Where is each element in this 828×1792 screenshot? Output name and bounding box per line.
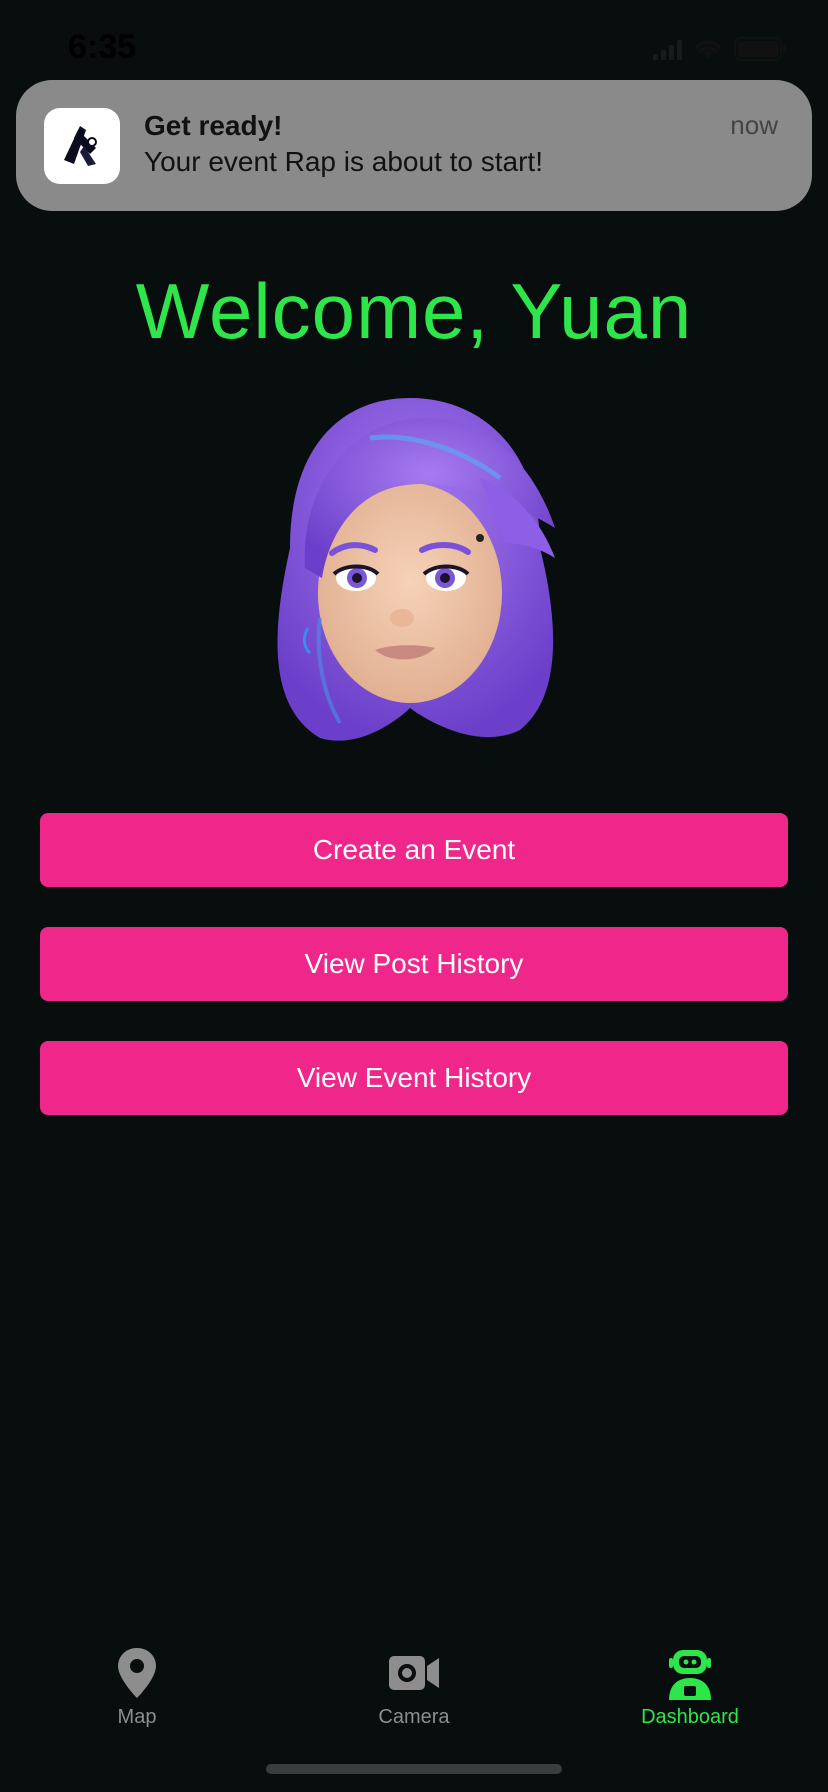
cellular-signal-icon [653,38,682,60]
tab-map-label: Map [117,1706,157,1728]
battery-icon [734,37,786,61]
tab-bar: Map Camera Dashboard [0,1630,828,1740]
tab-dashboard[interactable]: Dashboard [590,1630,790,1740]
notification-body: Your event Rap is about to start! [144,146,543,177]
memoji-avatar [277,398,555,741]
robot-user-icon [669,1650,711,1700]
create-event-button[interactable]: Create an Event [40,813,788,887]
notification-title: Get ready! [144,110,283,141]
welcome-heading: Welcome, Yuan [135,267,693,355]
notification-banner[interactable]: Get ready! Your event Rap is about to st… [16,80,812,211]
status-icons [653,36,788,62]
view-post-history-button[interactable]: View Post History [40,927,788,1001]
app-logo-icon [44,108,120,184]
notification-time: now [730,110,778,140]
wifi-icon [695,40,721,59]
tab-map[interactable]: Map [37,1630,237,1740]
video-camera-icon [389,1656,439,1690]
tab-camera-label: Camera [378,1706,450,1728]
dashboard-screen: 6:35 Get ready! Your event Rap is about … [0,0,828,1792]
tab-dashboard-label: Dashboard [641,1706,739,1728]
view-event-history-button[interactable]: View Event History [40,1041,788,1115]
map-pin-icon [118,1648,156,1698]
tab-camera[interactable]: Camera [314,1630,514,1740]
home-indicator[interactable] [266,1764,562,1774]
status-time: 6:35 [68,28,137,66]
